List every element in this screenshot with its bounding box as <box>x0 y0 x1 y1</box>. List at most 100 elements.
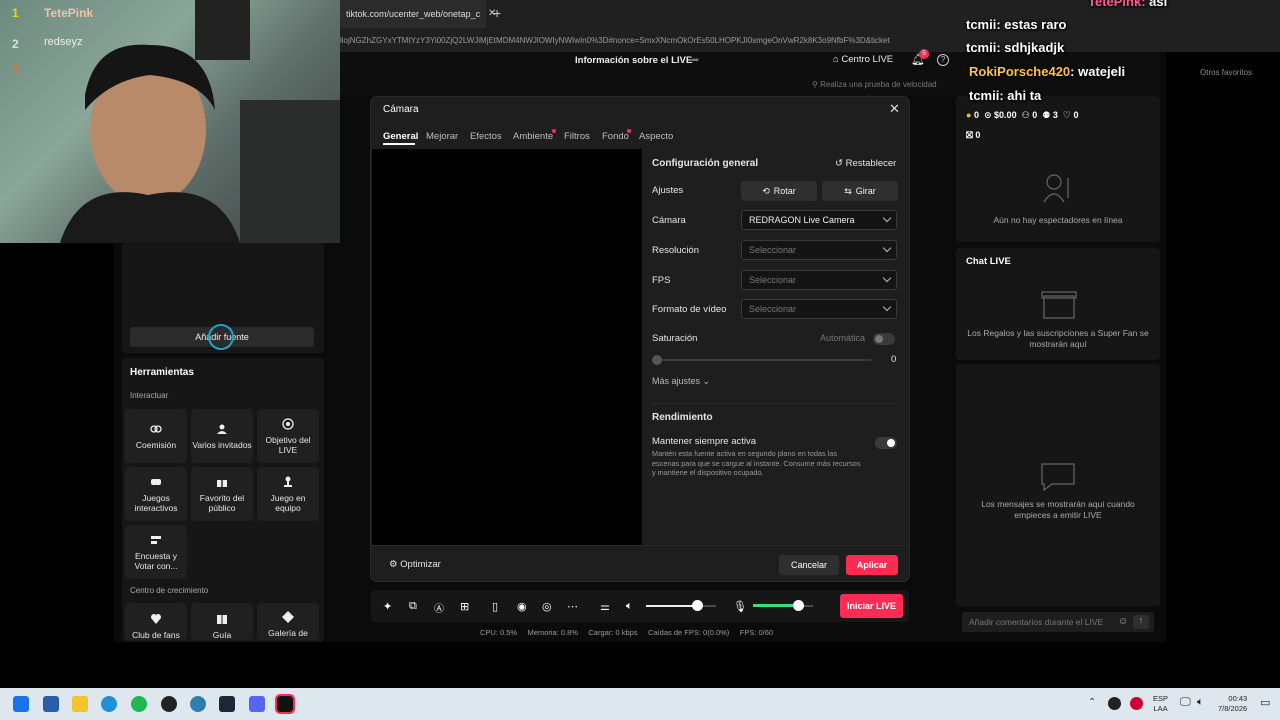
tool-varios-invitados[interactable]: Varios invitados <box>191 409 253 463</box>
tool-encuesta[interactable]: Encuesta y Votar con... <box>125 525 187 579</box>
emoji-icon[interactable]: ☺ <box>1118 616 1128 627</box>
auto-label: Automática <box>820 333 866 343</box>
volume-icon[interactable]: 🔈︎ <box>1197 696 1204 709</box>
browser-tab[interactable]: tiktok.com/ucenter_web/onetap_c <box>340 0 486 28</box>
format-select[interactable]: Seleccionar <box>741 299 897 319</box>
layers-icon[interactable]: ⧉ <box>409 600 421 612</box>
chevron-up-icon[interactable]: ⌃ <box>1088 697 1096 708</box>
speed-test-link[interactable]: ⚲ Realiza una prueba de velocidad <box>812 80 937 89</box>
send-arrow-icon[interactable]: ↑ <box>1133 615 1149 629</box>
fps-stat: FPS: 0/60 <box>739 628 774 637</box>
notifications-icon[interactable]: ▭ <box>1260 696 1270 709</box>
other-favorites[interactable]: Otros favoritos <box>1200 68 1252 77</box>
tiktok-icon[interactable] <box>275 694 295 714</box>
tab-filtros[interactable]: Filtros <box>564 131 590 142</box>
spotify-icon[interactable] <box>131 696 147 712</box>
gifts-value: 0 <box>975 130 981 140</box>
tool-juego-equipo[interactable]: Juego en equipo <box>257 467 319 521</box>
store-icon[interactable] <box>43 696 59 712</box>
language-indicator[interactable]: ESP LAA <box>1153 694 1168 714</box>
fps-select[interactable]: Seleccionar <box>741 270 897 290</box>
book-icon <box>217 615 227 624</box>
ai-icon[interactable]: Ⓐ <box>434 600 446 615</box>
tab-fondo[interactable]: Fondo <box>602 131 629 142</box>
optimize-button[interactable]: ⚙ Optimizar <box>389 559 441 570</box>
live-info-title[interactable]: Información sobre el LIVE <box>575 55 692 66</box>
likes-value: 0 <box>1073 110 1079 120</box>
reset-button[interactable]: ↺ Restablecer <box>835 158 896 169</box>
tool-juegos-interactivos[interactable]: Juegos interactivos <box>125 467 187 521</box>
keep-active-toggle[interactable] <box>875 437 897 449</box>
camera-select[interactable]: REDRAGON Live Camera <box>741 210 897 230</box>
camera-switch-icon[interactable]: ◎ <box>542 600 554 613</box>
tab-general[interactable]: General <box>383 131 418 142</box>
clock[interactable]: 00:43 7/8/2026 <box>1218 694 1247 714</box>
speaker-icon[interactable]: 🔈︎ <box>626 600 638 612</box>
equalizer-icon[interactable]: ⚌ <box>600 600 612 613</box>
resolution-select[interactable]: Seleccionar <box>741 240 897 260</box>
obs-icon[interactable] <box>161 696 177 712</box>
gamepad-icon <box>151 478 161 485</box>
live-stats-row: ● 0 ⊙ $0.00 ⚇ 0 ⚉ 3 ♡ 0 <box>966 110 1078 121</box>
refresh-app-icon[interactable] <box>190 696 206 712</box>
tool-objetivo-live[interactable]: Objetivo del LIVE <box>257 409 319 463</box>
target-icon <box>282 417 294 430</box>
mic-slider-handle[interactable] <box>793 600 804 611</box>
help-icon[interactable]: ? <box>937 54 949 66</box>
screen-add-icon[interactable]: ⊞ <box>460 600 472 613</box>
mic-fill <box>753 604 798 607</box>
tab-title: tiktok.com/ucenter_web/onetap_c <box>346 9 481 19</box>
auto-saturation-toggle[interactable] <box>873 333 895 345</box>
saturation-slider-handle[interactable] <box>652 355 662 365</box>
dialog-title: Cámara <box>383 104 419 115</box>
fps-value: Seleccionar <box>749 275 797 285</box>
url-bar[interactable]: liojNGZhZGYxYTMtYzY3Yi00ZjQ2LWJiMjEtMDM4… <box>340 36 960 50</box>
poll-icon <box>151 535 161 544</box>
comment-input[interactable]: Añadir comentarios durante el LIVE ☺ ↑ <box>962 612 1154 632</box>
close-icon[interactable]: ✕ <box>889 101 900 117</box>
record-icon[interactable]: ◉ <box>517 600 529 613</box>
tool-coemision[interactable]: Coemisión <box>125 409 187 463</box>
new-tab-button[interactable]: + <box>493 5 501 21</box>
apply-button[interactable]: Aplicar <box>846 555 898 575</box>
start-live-button[interactable]: Iniciar LIVE <box>840 594 903 618</box>
tab-aspecto[interactable]: Aspecto <box>639 131 673 142</box>
heart-icon: ♡ <box>1062 110 1071 120</box>
volume-slider-handle[interactable] <box>692 600 704 611</box>
tab-ambiente[interactable]: Ambiente <box>513 131 553 142</box>
discord-icon[interactable] <box>249 696 265 712</box>
tool-favorito-publico[interactable]: Favorito del público <box>191 467 253 521</box>
edge-icon[interactable] <box>101 696 117 712</box>
tray-app-icon[interactable] <box>1108 697 1121 710</box>
windows-start-icon[interactable] <box>13 696 29 712</box>
rank-1-name: TetePink <box>44 6 94 20</box>
rotate-icon: ⟲ <box>762 185 770 196</box>
tray-app2-icon[interactable] <box>1130 697 1143 710</box>
steam-icon[interactable] <box>219 696 235 712</box>
tab-efectos[interactable]: Efectos <box>470 131 502 142</box>
magic-wand-icon[interactable]: ✦ <box>383 600 395 613</box>
rotate-button[interactable]: ⟲ Rotar <box>741 181 817 201</box>
centro-live-button[interactable]: ⌂ Centro LIVE <box>833 54 893 65</box>
tool-club-fans[interactable]: Club de fans <box>125 603 187 640</box>
folder-icon[interactable] <box>72 696 88 712</box>
tool-galeria[interactable]: Galería de <box>257 603 319 640</box>
microphone-icon[interactable]: 🎙︎ <box>733 600 747 613</box>
more-settings-link[interactable]: Más ajustes ⌄ <box>652 376 710 387</box>
speed-test-label: Realiza una prueba de velocidad <box>820 80 937 89</box>
fps-label: FPS <box>652 275 671 286</box>
phone-icon[interactable]: ▯ <box>492 600 504 613</box>
new-dot-ambiente <box>552 129 556 133</box>
network-icon[interactable]: 🖵︎ <box>1180 696 1191 709</box>
messages-empty-text: Los mensajes se mostrarán aquí cuando em… <box>981 499 1135 520</box>
saturation-slider[interactable] <box>656 359 871 361</box>
rotate-label: Rotar <box>773 186 796 196</box>
tool-guia[interactable]: Guía <box>191 603 253 640</box>
cancel-button[interactable]: Cancelar <box>779 555 839 575</box>
share-icon[interactable]: ➦ <box>691 55 699 66</box>
cpu-stat: CPU: 0.5% <box>480 628 518 637</box>
tab-mejorar[interactable]: Mejorar <box>426 131 458 142</box>
more-icon[interactable]: ⋯ <box>567 600 579 613</box>
flip-button[interactable]: ⇆ Girar <box>822 181 898 201</box>
home-icon: ⌂ <box>833 54 839 65</box>
